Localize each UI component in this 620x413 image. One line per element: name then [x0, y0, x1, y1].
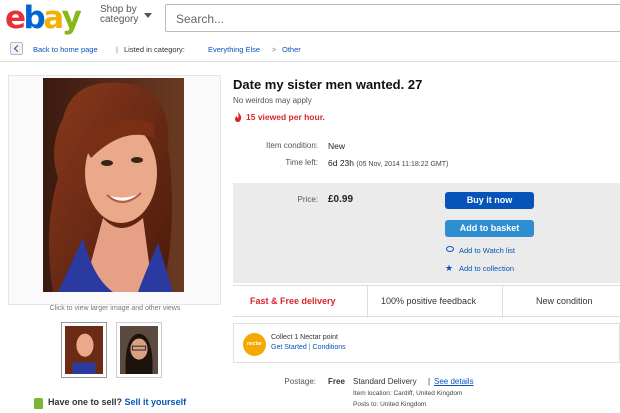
shop-by-category-menu[interactable]: Shop by category: [100, 5, 152, 25]
nectar-separator: |: [308, 344, 311, 351]
get-started-link[interactable]: Get Started: [271, 344, 307, 351]
item-subtitle: No weirdos may apply: [233, 96, 312, 105]
feature-divider: [367, 286, 368, 318]
main-item-photo[interactable]: [43, 78, 184, 292]
time-left-label: Time left:: [285, 158, 318, 167]
condition-value: New: [328, 141, 346, 151]
buy-it-now-button[interactable]: Buy it now: [445, 192, 534, 209]
posts-to: Posts to: United Kingdom: [353, 401, 427, 408]
flame-icon: [235, 112, 242, 122]
item-title: Date my sister men wanted. 27: [233, 77, 423, 92]
conditions-link[interactable]: Conditions: [313, 344, 346, 351]
feature-divider: [502, 286, 503, 318]
feature-new-condition: New condition: [536, 296, 593, 306]
sell-it-yourself-link[interactable]: Sell it yourself: [125, 397, 187, 407]
nectar-links: Get Started | Conditions: [271, 344, 346, 351]
breadcrumb-category-everything-else[interactable]: Everything Else: [208, 45, 260, 54]
price-tag-icon: [34, 398, 43, 409]
logo-letter-b: b: [23, 0, 46, 36]
nectar-logo: nectar: [243, 333, 266, 356]
portrait-image: [43, 78, 184, 292]
category-label: category: [100, 14, 139, 25]
nectar-panel: [233, 323, 620, 363]
back-arrow-icon[interactable]: [10, 42, 23, 55]
price-value: £0.99: [328, 194, 354, 205]
breadcrumb-category-other[interactable]: Other: [282, 45, 301, 54]
time-left-value: 6d 23h (05 Nov, 2014 11:18:22 GMT): [328, 158, 448, 168]
time-left-end-date: (05 Nov, 2014 11:18:22 GMT): [356, 161, 449, 168]
back-to-home-link[interactable]: Back to home page: [33, 45, 98, 54]
breadcrumb-separator: |: [116, 45, 118, 54]
postage-separator: |: [428, 377, 431, 386]
logo-letter-e: e: [5, 0, 26, 36]
eye-icon: [446, 246, 454, 252]
thumbnail-photo: [120, 326, 158, 374]
logo-letter-a: a: [43, 0, 64, 36]
item-location: Item location: Cardiff, United Kingdom: [353, 390, 463, 397]
breadcrumb-arrow: >: [272, 45, 277, 54]
listed-in-label: Listed in category:: [124, 45, 185, 54]
viewed-per-hour: 15 viewed per hour.: [246, 112, 325, 122]
postage-free: Free: [328, 377, 345, 386]
logo-letter-y: y: [61, 0, 82, 36]
feature-fast-free-delivery: Fast & Free delivery: [250, 296, 336, 306]
add-to-collection-link[interactable]: Add to collection: [459, 264, 514, 273]
add-to-watch-list-link[interactable]: Add to Watch list: [459, 246, 515, 255]
ebay-logo[interactable]: ebay: [5, 0, 82, 36]
see-details-link[interactable]: See details: [434, 377, 474, 386]
nectar-points: Collect 1 Nectar point: [271, 334, 338, 341]
thumbnail-2[interactable]: [116, 322, 162, 378]
sell-prompt: Have one to sell? Sell it yourself: [48, 397, 186, 407]
condition-label: Item condition:: [265, 141, 318, 150]
postage-label: Postage:: [284, 377, 316, 386]
breadcrumb: Back to home page | Listed in category: …: [0, 39, 620, 59]
price-label: Price:: [297, 195, 318, 204]
sell-question: Have one to sell?: [48, 397, 123, 407]
thumbnail-photo: [65, 326, 103, 374]
chevron-down-icon: [144, 13, 152, 18]
postage-standard-delivery: Standard Delivery: [353, 377, 417, 386]
feature-positive-feedback: 100% positive feedback: [381, 296, 477, 306]
features-bar: Fast & Free delivery 100% positive feedb…: [233, 285, 620, 318]
time-left-duration: 6d 23h: [328, 158, 354, 168]
thumbnail-1[interactable]: [61, 322, 107, 378]
header-divider: [0, 61, 620, 62]
header-bar: ebay Shop by category Search...: [0, 0, 620, 38]
star-icon: ★: [445, 263, 454, 273]
search-input[interactable]: Search...: [165, 4, 620, 32]
gallery-hint: Click to view larger image and other vie…: [49, 305, 181, 312]
add-to-basket-button[interactable]: Add to basket: [445, 220, 534, 237]
